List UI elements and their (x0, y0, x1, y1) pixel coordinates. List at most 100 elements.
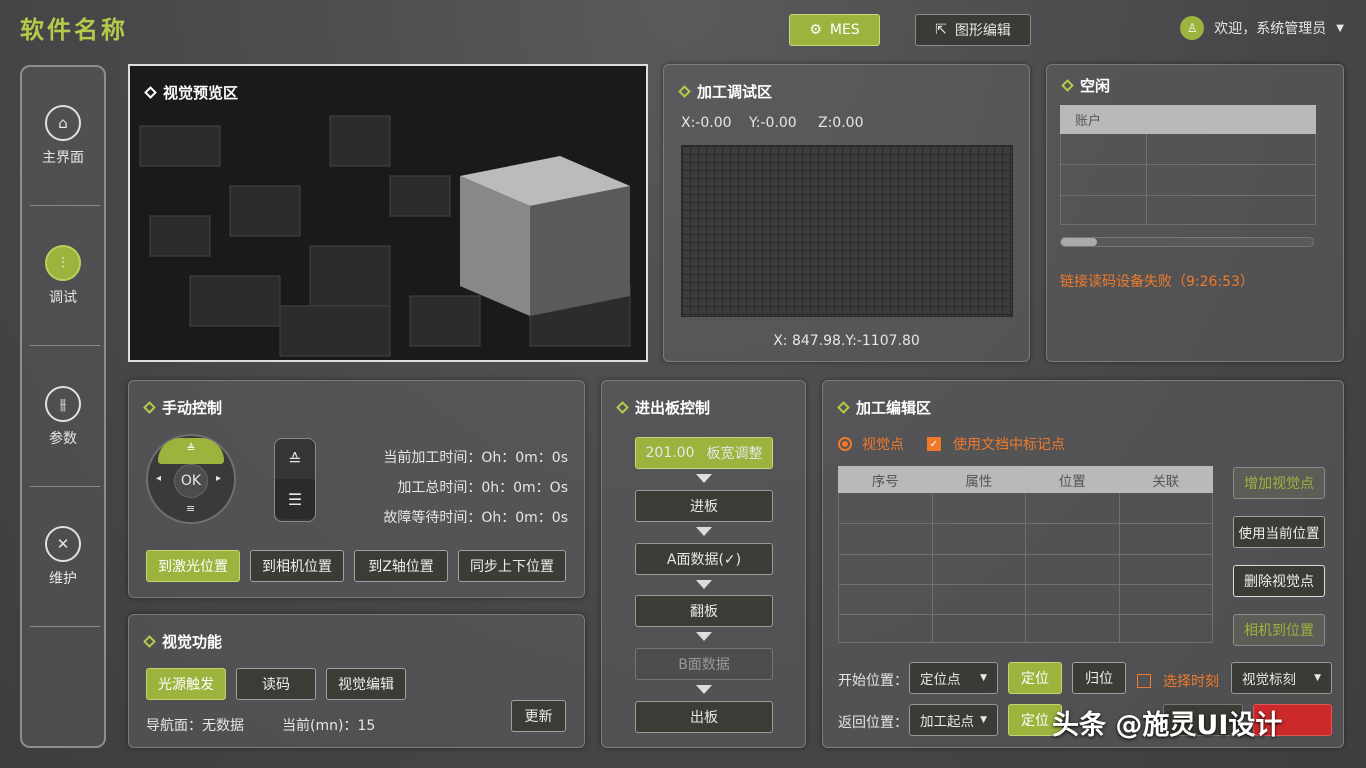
board-out-button[interactable]: 出板 (635, 701, 773, 733)
add-vision-point-button[interactable]: 增加视觉点 (1233, 467, 1325, 499)
table-row[interactable] (838, 614, 1213, 643)
to-laser-button[interactable]: 到激光位置 (146, 550, 240, 582)
update-button[interactable]: 更新 (511, 700, 566, 732)
chevron-down-icon: ▼ (1314, 673, 1321, 683)
checkbox-icon (1137, 674, 1151, 688)
to-camera-button[interactable]: 到相机位置 (250, 550, 344, 582)
return-position-select[interactable]: 加工起点 ▼ (909, 704, 998, 736)
debug-grid[interactable] (681, 145, 1013, 317)
table-row[interactable] (838, 554, 1213, 585)
z-down-icon[interactable]: ☰ (275, 479, 315, 519)
use-doc-marks-checkbox[interactable]: ✓ 使用文档中标记点 (927, 434, 1065, 454)
sync-position-button[interactable]: 同步上下位置 (458, 550, 566, 582)
camera-to-position-button[interactable]: 相机到位置 (1233, 614, 1325, 646)
read-code-button[interactable]: 读码 (236, 668, 316, 700)
sidebar-item-maintain[interactable]: ✕ 维护 (22, 526, 104, 588)
graph-edit-button[interactable]: ⇱ 图形编辑 (915, 14, 1031, 46)
diamond-icon (143, 635, 156, 648)
arrow-down-icon (696, 527, 712, 536)
horizontal-scrollbar[interactable] (1060, 237, 1314, 247)
scroll-thumb[interactable] (1061, 238, 1097, 246)
chevron-down-icon: ▼ (1336, 22, 1344, 34)
divider (30, 486, 100, 487)
board-in-button[interactable]: 进板 (635, 490, 773, 522)
vision-preview: 视觉预览区 (128, 64, 648, 362)
avatar: ♙ (1180, 16, 1205, 40)
right-arrow-icon[interactable]: ▸ (216, 473, 221, 484)
column-header: 位置 (1025, 466, 1120, 493)
a-side-data-button[interactable]: A面数据(✓) (635, 543, 773, 575)
left-arrow-icon[interactable]: ◂ (156, 473, 161, 484)
checkbox-icon: ✓ (927, 437, 941, 451)
column-header: 关联 (1118, 466, 1213, 493)
table-row[interactable] (1060, 133, 1316, 165)
sidebar-item-debug[interactable]: ⫶ 调试 (22, 245, 104, 307)
edit-title: 加工编辑区 (856, 399, 932, 417)
z-readout: Z:0.00 (818, 115, 864, 131)
b-side-data-button[interactable]: B面数据 (635, 648, 773, 680)
diamond-icon (837, 401, 850, 414)
arrow-down-icon (696, 580, 712, 589)
up-arrow-icon[interactable]: ≜ (158, 438, 224, 464)
divider (30, 205, 100, 206)
tools-icon: ✕ (45, 526, 81, 562)
table-header: 账户 (1060, 105, 1316, 134)
direction-pad[interactable]: ≜ OK ◂ ▸ ≡ (146, 434, 236, 524)
down-arrow-icon[interactable]: ≡ (186, 502, 195, 515)
light-trigger-button[interactable]: 光源触发 (146, 668, 226, 700)
fault-time-value: Oh：0m：0s (481, 510, 568, 526)
debug-title: 加工调试区 (697, 83, 773, 101)
status-title: 空闲 (1080, 77, 1111, 95)
locate-button[interactable]: 定位 (1008, 662, 1062, 694)
preview-image (130, 66, 646, 360)
column-header: 序号 (838, 466, 933, 493)
preview-title: 视觉预览区 (163, 84, 239, 102)
x-readout: X:-0.00 (681, 115, 732, 131)
total-time-label: 加工总时间： (397, 480, 482, 496)
select-time-checkbox[interactable]: 选择时刻 (1137, 671, 1219, 691)
board-width-adjust[interactable]: 201.00 板宽调整 (635, 437, 773, 469)
ok-button[interactable]: OK (174, 464, 208, 498)
user-menu[interactable]: ♙ 欢迎，系统管理员 ▼ (1180, 16, 1344, 40)
use-current-position-button[interactable]: 使用当前位置 (1233, 516, 1325, 548)
nav-value: 无数据 (202, 718, 244, 734)
vision-point-radio[interactable]: 视觉点 (838, 434, 904, 454)
y-readout: Y:-0.00 (749, 115, 797, 131)
vision-edit-button[interactable]: 视觉编辑 (326, 668, 406, 700)
vision-title: 视觉功能 (162, 633, 223, 651)
table-row[interactable] (838, 523, 1213, 555)
panel-title: 视觉功能 (143, 631, 223, 652)
delete-vision-point-button[interactable]: 删除视觉点 (1233, 565, 1325, 597)
table-header-row: 序号 属性 位置 关联 (838, 466, 1213, 493)
chevron-down-icon: ▼ (980, 715, 987, 725)
sidebar-item-home[interactable]: ⌂ 主界面 (22, 105, 104, 167)
coords-readout: X: 847.98.Y:-1107.80 (773, 333, 920, 349)
table-row[interactable] (838, 492, 1213, 524)
to-z-axis-button[interactable]: 到Z轴位置 (354, 550, 448, 582)
status-panel: 空闲 账户 链接读码设备失败（9:26:53） (1046, 64, 1344, 362)
watermark: 头条 @施灵UI设计 (1052, 710, 1283, 741)
account-table: 账户 (1060, 105, 1316, 225)
home-button[interactable]: 归位 (1072, 662, 1126, 694)
current-info: 当前(mn)：15 (282, 715, 375, 735)
vision-point-table: 序号 属性 位置 关联 (838, 466, 1213, 643)
panel-title: 进出板控制 (616, 397, 710, 418)
board-control-panel: 进出板控制 201.00 板宽调整 进板 A面数据(✓) 翻板 B面数据 出板 (601, 380, 806, 748)
z-up-icon[interactable]: ≙ (275, 439, 315, 479)
flip-board-button[interactable]: 翻板 (635, 595, 773, 627)
sidebar-item-params[interactable]: ⫵ 参数 (22, 386, 104, 448)
start-position-select[interactable]: 定位点 ▼ (909, 662, 998, 694)
vision-mark-select[interactable]: 视觉标刻 ▼ (1231, 662, 1332, 694)
table-row[interactable] (838, 584, 1213, 615)
sidebar-item-label: 调试 (49, 290, 77, 306)
manual-title: 手动控制 (162, 399, 223, 417)
divider (30, 626, 100, 627)
sidebar-item-label: 参数 (49, 431, 77, 447)
diamond-icon (1061, 79, 1074, 92)
table-row[interactable] (1060, 164, 1316, 196)
gear-icon: ⚙ (809, 22, 822, 38)
mes-button[interactable]: ⚙ MES (789, 14, 880, 46)
table-row[interactable] (1060, 195, 1316, 225)
z-axis-control[interactable]: ≙ ☰ (274, 438, 316, 522)
chevron-down-icon: ▼ (980, 673, 987, 683)
